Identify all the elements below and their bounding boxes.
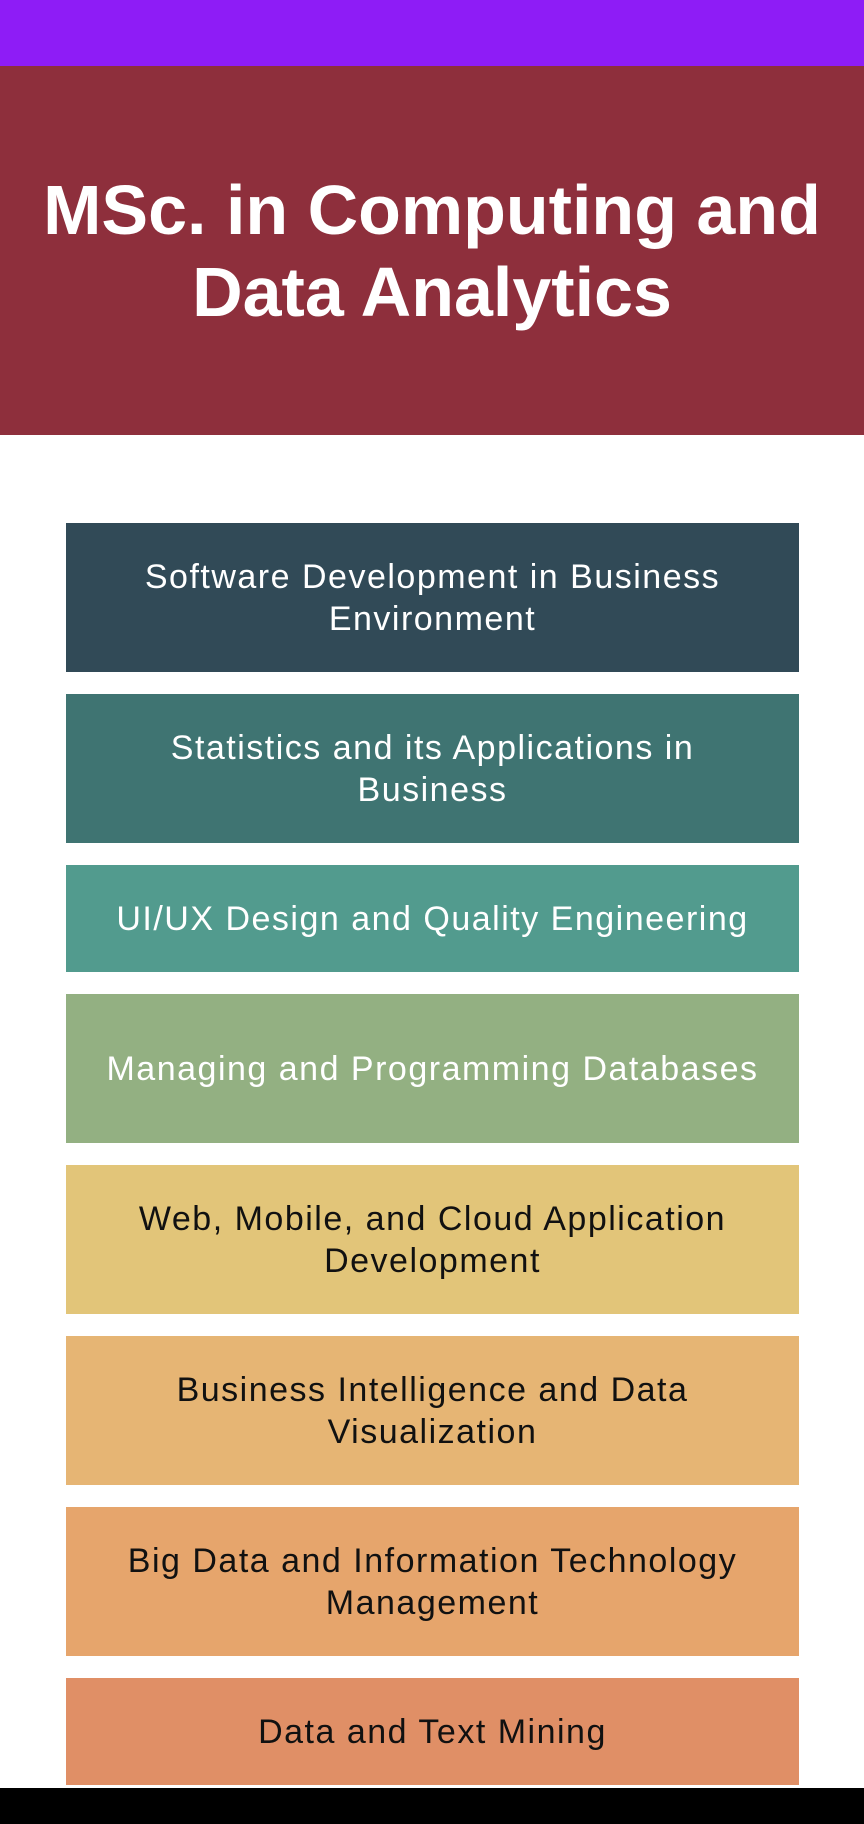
- course-card-statistics[interactable]: Statistics and its Applications in Busin…: [66, 694, 799, 843]
- course-label: Managing and Programming Databases: [106, 1049, 759, 1088]
- course-card-databases[interactable]: Managing and Programming Databases: [66, 994, 799, 1143]
- course-label: Data and Text Mining: [258, 1712, 607, 1751]
- header: MSc. in Computing and Data Analytics: [0, 66, 864, 435]
- course-label: Big Data and Information Technology Mana…: [127, 1541, 738, 1622]
- course-card-data-text-mining[interactable]: Data and Text Mining: [66, 1678, 799, 1785]
- navigation-bar: [0, 1788, 864, 1824]
- page-title: MSc. in Computing and Data Analytics: [43, 170, 821, 331]
- course-card-web-mobile-cloud[interactable]: Web, Mobile, and Cloud Application Devel…: [66, 1165, 799, 1314]
- course-card-business-intelligence[interactable]: Business Intelligence and Data Visualiza…: [66, 1336, 799, 1485]
- status-bar: [0, 0, 864, 66]
- course-label: Business Intelligence and Data Visualiza…: [176, 1370, 689, 1451]
- course-card-software-development[interactable]: Software Development in Business Environ…: [66, 523, 799, 672]
- course-label: Statistics and its Applications in Busin…: [170, 728, 695, 809]
- course-list: Software Development in Business Environ…: [66, 523, 799, 1785]
- course-label: UI/UX Design and Quality Engineering: [116, 899, 749, 938]
- course-label: Software Development in Business Environ…: [144, 557, 721, 638]
- course-label: Web, Mobile, and Cloud Application Devel…: [138, 1199, 727, 1280]
- course-card-ui-ux-design[interactable]: UI/UX Design and Quality Engineering: [66, 865, 799, 972]
- course-card-big-data[interactable]: Big Data and Information Technology Mana…: [66, 1507, 799, 1656]
